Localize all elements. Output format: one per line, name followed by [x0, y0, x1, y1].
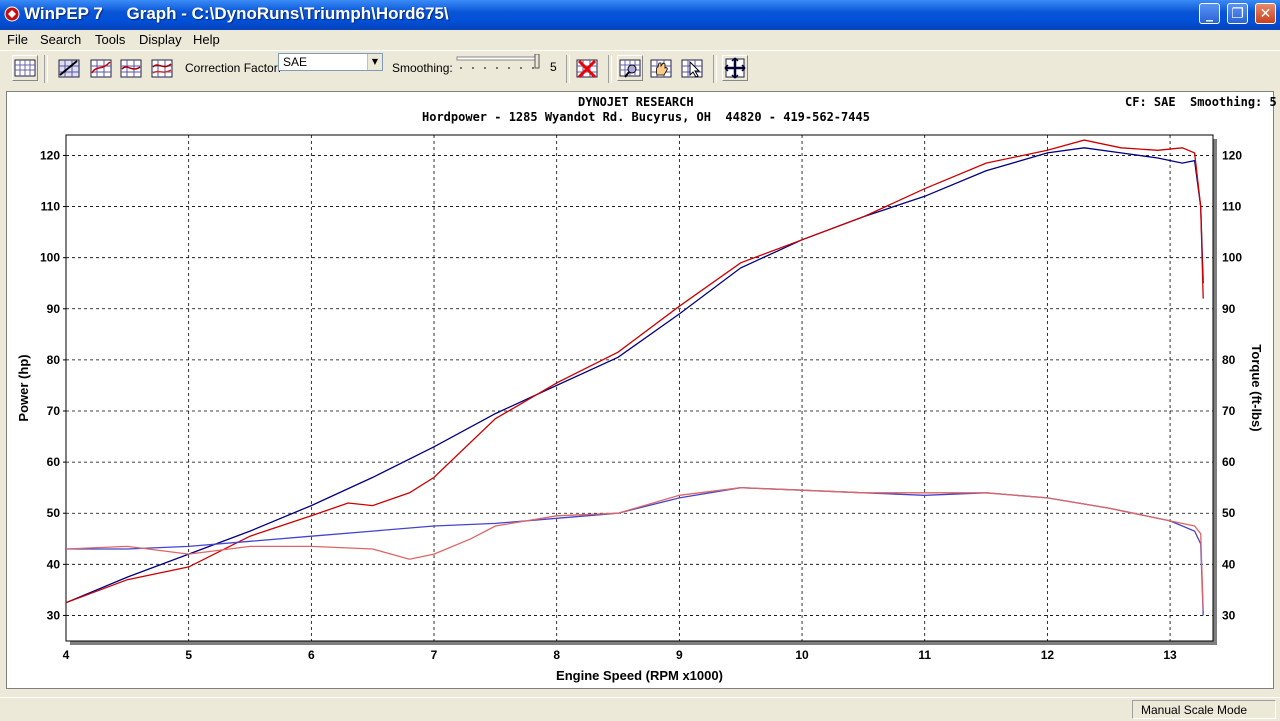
x-tick-label: 13	[1163, 648, 1177, 662]
y-tick-label-right: 90	[1222, 302, 1236, 316]
y-tick-label-right: 100	[1222, 251, 1242, 265]
y-tick-label-right: 50	[1222, 506, 1236, 520]
y-tick-label-right: 60	[1222, 455, 1236, 469]
y-axis-title-right: Torque (ft-lbs)	[1249, 344, 1264, 431]
x-tick-label: 11	[918, 648, 931, 662]
y-tick-label-left: 90	[47, 302, 61, 316]
x-tick-label: 10	[795, 648, 809, 662]
y-tick-label-left: 30	[47, 608, 61, 622]
x-tick-label: 7	[431, 648, 438, 662]
y-tick-label-left: 110	[41, 200, 61, 214]
x-tick-label: 5	[185, 648, 192, 662]
x-tick-label: 9	[676, 648, 683, 662]
x-tick-label: 6	[308, 648, 315, 662]
y-tick-label-left: 80	[47, 353, 61, 367]
y-tick-label-left: 60	[47, 455, 61, 469]
x-tick-label: 4	[63, 648, 70, 662]
y-tick-label-right: 30	[1222, 608, 1236, 622]
y-tick-label-left: 50	[47, 506, 61, 520]
y-tick-label-right: 80	[1222, 353, 1236, 367]
y-axis-title-left: Power (hp)	[16, 354, 31, 421]
x-tick-label: 12	[1041, 648, 1055, 662]
x-axis-title: Engine Speed (RPM x1000)	[556, 668, 723, 683]
y-tick-label-right: 70	[1222, 404, 1236, 418]
plot-area	[65, 134, 1214, 642]
dyno-chart: 4 5 6 7 8 9 10 11 12 13 30 30 40 40 50 50 60 60 70 70 80 80 90…	[16, 134, 1264, 683]
y-tick-label-left: 40	[47, 557, 61, 571]
y-tick-label-left: 120	[40, 148, 60, 162]
y-tick-label-left: 70	[47, 404, 61, 418]
status-bar: Manual Scale Mode	[0, 697, 1280, 721]
x-tick-label: 8	[553, 648, 560, 662]
scale-mode-status: Manual Scale Mode	[1132, 700, 1276, 719]
y-tick-label-right: 40	[1222, 557, 1236, 571]
y-tick-label-right: 110	[1222, 200, 1242, 214]
y-tick-label-right: 120	[1222, 148, 1242, 162]
y-tick-label-left: 100	[40, 251, 60, 265]
